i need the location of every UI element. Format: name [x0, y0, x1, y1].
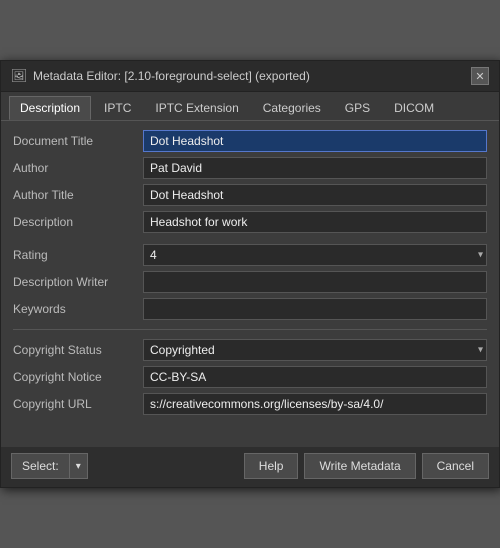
description-row: Description: [13, 210, 487, 234]
content-area: Document Title Author Author Title Descr…: [1, 121, 499, 447]
close-button[interactable]: ✕: [471, 67, 489, 85]
copyright-status-row: Copyright Status Unknown Copyrighted Pub…: [13, 338, 487, 362]
tab-iptc[interactable]: IPTC: [93, 96, 142, 120]
footer-right: Help Write Metadata Cancel: [244, 453, 489, 479]
rating-row: Rating 0 1 2 3 4 5 ▾: [13, 243, 487, 267]
tab-gps[interactable]: GPS: [334, 96, 381, 120]
description-writer-input[interactable]: [143, 271, 487, 293]
copyright-notice-label: Copyright Notice: [13, 370, 143, 384]
copyright-notice-row: Copyright Notice: [13, 365, 487, 389]
title-bar-left: 🖼 Metadata Editor: [2.10-foreground-sele…: [11, 68, 310, 84]
description-input[interactable]: [143, 211, 487, 233]
copyright-status-select-wrapper: Unknown Copyrighted Public Domain ▾: [143, 339, 487, 361]
tabs-bar: Description IPTC IPTC Extension Categori…: [1, 92, 499, 121]
copyright-status-select[interactable]: Unknown Copyrighted Public Domain: [143, 339, 487, 361]
author-title-input[interactable]: [143, 184, 487, 206]
metadata-editor-window: 🖼 Metadata Editor: [2.10-foreground-sele…: [0, 60, 500, 488]
keywords-label: Keywords: [13, 302, 143, 316]
select-main-button[interactable]: Select:: [11, 453, 69, 479]
rating-select-wrapper: 0 1 2 3 4 5 ▾: [143, 244, 487, 266]
description-label: Description: [13, 215, 143, 229]
document-title-row: Document Title: [13, 129, 487, 153]
author-title-row: Author Title: [13, 183, 487, 207]
copyright-url-label: Copyright URL: [13, 397, 143, 411]
copyright-status-label: Copyright Status: [13, 343, 143, 357]
select-dropdown-arrow-icon: ▾: [76, 461, 81, 472]
keywords-input[interactable]: [143, 298, 487, 320]
description-writer-row: Description Writer: [13, 270, 487, 294]
author-label: Author: [13, 161, 143, 175]
copyright-url-input[interactable]: [143, 393, 487, 415]
keywords-row: Keywords: [13, 297, 487, 321]
select-dropdown: Select: ▾: [11, 453, 88, 479]
tab-categories[interactable]: Categories: [252, 96, 332, 120]
author-input[interactable]: [143, 157, 487, 179]
title-bar: 🖼 Metadata Editor: [2.10-foreground-sele…: [1, 61, 499, 92]
footer-left: Select: ▾: [11, 453, 88, 479]
rating-label: Rating: [13, 248, 143, 262]
rating-select[interactable]: 0 1 2 3 4 5: [143, 244, 487, 266]
write-metadata-button[interactable]: Write Metadata: [304, 453, 415, 479]
tab-iptc-extension[interactable]: IPTC Extension: [144, 96, 249, 120]
window-title: Metadata Editor: [2.10-foreground-select…: [33, 69, 310, 83]
app-icon: 🖼: [11, 68, 27, 84]
author-title-label: Author Title: [13, 188, 143, 202]
cancel-button[interactable]: Cancel: [422, 453, 489, 479]
copyright-notice-input[interactable]: [143, 366, 487, 388]
section-divider: [13, 329, 487, 330]
tab-description[interactable]: Description: [9, 96, 91, 120]
select-dropdown-arrow-button[interactable]: ▾: [69, 453, 88, 479]
document-title-input[interactable]: [143, 130, 487, 152]
description-writer-label: Description Writer: [13, 275, 143, 289]
copyright-url-row: Copyright URL: [13, 392, 487, 416]
author-row: Author: [13, 156, 487, 180]
footer-bar: Select: ▾ Help Write Metadata Cancel: [1, 447, 499, 487]
help-button[interactable]: Help: [244, 453, 299, 479]
document-title-label: Document Title: [13, 134, 143, 148]
tab-dicom[interactable]: DICOM: [383, 96, 445, 120]
